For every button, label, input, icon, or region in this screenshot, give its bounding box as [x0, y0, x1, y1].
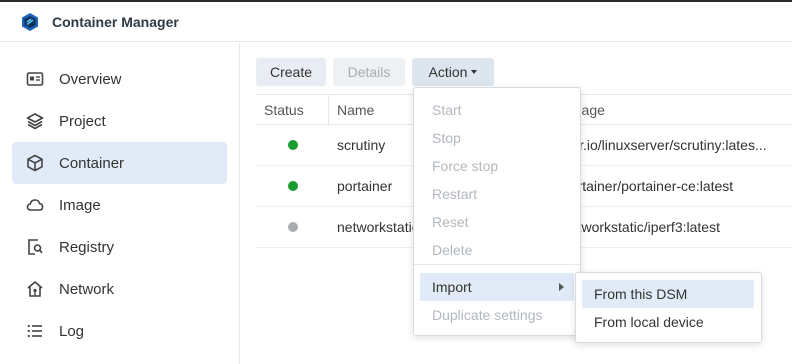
menu-item-label: Import: [432, 279, 472, 295]
cloud-icon: [25, 195, 45, 215]
action-button-label: Action: [428, 64, 468, 80]
sidebar-item-network[interactable]: Network: [12, 268, 227, 310]
action-button[interactable]: Action: [412, 58, 494, 86]
menu-item-stop[interactable]: Stop: [420, 124, 574, 152]
menu-item-start[interactable]: Start: [420, 96, 574, 124]
status-stopped-dot: [288, 222, 298, 232]
sidebar-item-registry[interactable]: Registry: [12, 226, 227, 268]
overview-icon: [25, 69, 45, 89]
submenu-item-from-this-dsm[interactable]: From this DSM: [582, 280, 754, 308]
details-button[interactable]: Details: [333, 58, 405, 86]
column-header-status[interactable]: Status: [264, 95, 304, 124]
home-network-icon: [25, 279, 45, 299]
container-image: portainer/portainer-ce:latest: [562, 178, 734, 194]
sidebar-item-label: Image: [59, 196, 101, 214]
sidebar: Overview Project Container Image Registr…: [0, 43, 240, 364]
sidebar-item-label: Log: [59, 322, 85, 340]
column-separator: [328, 95, 329, 124]
menu-item-reset[interactable]: Reset: [420, 208, 574, 236]
sidebar-item-image[interactable]: Image: [12, 184, 227, 226]
status-running-dot: [288, 181, 298, 191]
sidebar-item-project[interactable]: Project: [12, 100, 227, 142]
sidebar-item-container[interactable]: Container: [12, 142, 227, 184]
cube-icon: [25, 153, 45, 173]
container-image: lscr.io/linuxserver/scrutiny:lates...: [562, 137, 767, 153]
sidebar-item-label: Registry: [59, 238, 115, 256]
container-manager-logo-icon: [20, 12, 40, 32]
registry-search-icon: [25, 237, 45, 257]
menu-item-force-stop[interactable]: Force stop: [420, 152, 574, 180]
menu-divider: [414, 264, 580, 265]
sidebar-item-label: Project: [59, 112, 106, 130]
sidebar-item-label: Container: [59, 154, 125, 172]
app-title: Container Manager: [52, 13, 179, 30]
sidebar-item-label: Overview: [59, 70, 122, 88]
submenu-item-from-local-device[interactable]: From local device: [582, 308, 754, 336]
create-button[interactable]: Create: [256, 58, 326, 86]
chevron-right-icon: [559, 283, 564, 291]
sidebar-item-overview[interactable]: Overview: [12, 58, 227, 100]
column-header-name[interactable]: Name: [337, 95, 374, 124]
container-name: portainer: [337, 178, 393, 194]
list-icon: [25, 321, 45, 341]
container-image: networkstatic/iperf3:latest: [562, 219, 720, 235]
status-running-dot: [288, 140, 298, 150]
menu-item-import[interactable]: Import: [420, 273, 574, 301]
sidebar-item-log[interactable]: Log: [12, 310, 227, 352]
menu-item-restart[interactable]: Restart: [420, 180, 574, 208]
sidebar-item-label: Network: [59, 280, 115, 298]
menu-item-duplicate-settings[interactable]: Duplicate settings: [420, 301, 574, 329]
container-name: networkstatic: [337, 219, 419, 235]
layers-icon: [25, 111, 45, 131]
chevron-down-icon: [471, 70, 478, 74]
title-bar: Container Manager: [0, 2, 792, 42]
menu-item-delete[interactable]: Delete: [420, 236, 574, 264]
action-menu: Start Stop Force stop Restart Reset Dele…: [413, 87, 581, 336]
container-name: scrutiny: [337, 137, 386, 153]
import-submenu: From this DSM From local device: [575, 272, 762, 343]
